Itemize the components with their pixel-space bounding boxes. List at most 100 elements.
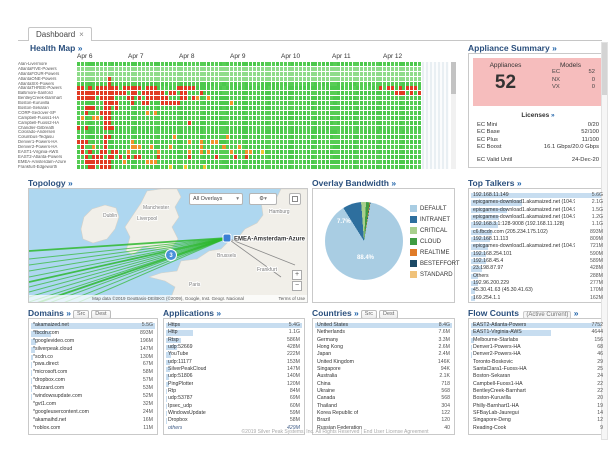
health-map-cell[interactable] — [330, 126, 333, 130]
health-map-cell[interactable] — [295, 140, 298, 144]
health-map-cell[interactable] — [188, 116, 191, 120]
health-map-cell[interactable] — [349, 145, 352, 149]
health-map-cell[interactable] — [203, 145, 206, 149]
health-map-cell[interactable] — [379, 86, 382, 90]
health-map-cell[interactable] — [383, 106, 386, 110]
health-map-cell[interactable] — [372, 145, 375, 149]
health-map-cell[interactable] — [295, 106, 298, 110]
health-map-cell[interactable] — [276, 135, 279, 139]
health-map-cell[interactable] — [299, 126, 302, 130]
health-map-cell[interactable] — [96, 155, 99, 159]
health-map-cell[interactable] — [265, 140, 268, 144]
domain-row[interactable]: *gvt1.com 32M — [31, 401, 155, 409]
health-map-cell[interactable] — [353, 72, 356, 76]
health-map-cell[interactable] — [326, 96, 329, 100]
health-map-cell[interactable] — [349, 62, 352, 66]
health-map-cell[interactable] — [146, 72, 149, 76]
health-map-cell[interactable] — [192, 165, 195, 169]
health-map-cell[interactable] — [100, 116, 103, 120]
health-map-cell[interactable] — [288, 140, 291, 144]
health-map-cell[interactable] — [245, 160, 248, 164]
health-map-cell[interactable] — [242, 111, 245, 115]
health-map-cell[interactable] — [249, 67, 252, 71]
health-map-cell[interactable] — [379, 121, 382, 125]
health-map-cell[interactable] — [169, 121, 172, 125]
health-map-cell[interactable] — [265, 77, 268, 81]
health-map-cell[interactable] — [337, 111, 340, 115]
health-map-cell[interactable] — [356, 145, 359, 149]
health-map-cell[interactable] — [215, 165, 218, 169]
health-map-cell[interactable] — [288, 101, 291, 105]
health-map-cell[interactable] — [307, 67, 310, 71]
health-map-cell[interactable] — [299, 82, 302, 86]
health-map-cell[interactable] — [303, 145, 306, 149]
health-map-cell[interactable] — [134, 135, 137, 139]
health-map-cell[interactable] — [111, 62, 114, 66]
health-map-cell[interactable] — [265, 91, 268, 95]
health-map-cell[interactable] — [257, 82, 260, 86]
health-map-cell[interactable] — [115, 86, 118, 90]
health-map-cell[interactable] — [203, 160, 206, 164]
health-map-cell[interactable] — [234, 150, 237, 154]
health-map-cell[interactable] — [391, 101, 394, 105]
health-map-cell[interactable] — [406, 62, 409, 66]
health-map-cell[interactable] — [234, 67, 237, 71]
health-map-cell[interactable] — [215, 62, 218, 66]
health-map-cell[interactable] — [418, 96, 421, 100]
health-map-cell[interactable] — [353, 130, 356, 134]
health-map-cell[interactable] — [387, 126, 390, 130]
health-map-cell[interactable] — [184, 126, 187, 130]
flow-count-row[interactable]: Campbell-Fuoss1-HA 22 — [471, 381, 605, 388]
health-map-cell[interactable] — [242, 82, 245, 86]
health-map-cell[interactable] — [111, 72, 114, 76]
health-map-cell[interactable] — [104, 126, 107, 130]
health-map-cell[interactable] — [177, 91, 180, 95]
health-map-cell[interactable] — [180, 82, 183, 86]
health-map-cell[interactable] — [165, 126, 168, 130]
health-map-cell[interactable] — [418, 155, 421, 159]
health-map-cell[interactable] — [111, 116, 114, 120]
health-map-cell[interactable] — [349, 126, 352, 130]
health-map-cell[interactable] — [177, 116, 180, 120]
health-map-cell[interactable] — [288, 165, 291, 169]
health-map-cell[interactable] — [180, 150, 183, 154]
health-map-cell[interactable] — [245, 155, 248, 159]
health-map-cell[interactable] — [108, 155, 111, 159]
health-map-cell[interactable] — [368, 106, 371, 110]
health-map-cell[interactable] — [111, 126, 114, 130]
health-map-cell[interactable] — [356, 101, 359, 105]
health-map-cell[interactable] — [272, 155, 275, 159]
health-map-cell[interactable] — [173, 145, 176, 149]
health-map-cell[interactable] — [100, 67, 103, 71]
health-map-cell[interactable] — [177, 121, 180, 125]
health-map-cell[interactable] — [119, 72, 122, 76]
health-map-cell[interactable] — [410, 62, 413, 66]
health-map-cell[interactable] — [146, 155, 149, 159]
health-map-cell[interactable] — [192, 130, 195, 134]
health-map-cell[interactable] — [353, 67, 356, 71]
health-map-cell[interactable] — [184, 62, 187, 66]
health-map-cell[interactable] — [295, 72, 298, 76]
health-map-cell[interactable] — [85, 101, 88, 105]
health-map-cell[interactable] — [154, 86, 157, 90]
health-map-cell[interactable] — [150, 82, 153, 86]
legend-row[interactable]: STANDARD — [410, 269, 460, 280]
health-map-cell[interactable] — [261, 86, 264, 90]
health-map-cell[interactable] — [146, 165, 149, 169]
health-map-cell[interactable] — [234, 111, 237, 115]
health-map-cell[interactable] — [383, 160, 386, 164]
health-map-cell[interactable] — [307, 155, 310, 159]
health-map-cell[interactable] — [115, 111, 118, 115]
health-map-cell[interactable] — [399, 86, 402, 90]
health-map-cell[interactable] — [81, 145, 84, 149]
health-map-cell[interactable] — [127, 101, 130, 105]
health-map-cell[interactable] — [410, 140, 413, 144]
health-map-cell[interactable] — [203, 165, 206, 169]
health-map-cell[interactable] — [119, 135, 122, 139]
health-map-cell[interactable] — [376, 67, 379, 71]
health-map-cell[interactable] — [383, 86, 386, 90]
health-map-cell[interactable] — [88, 150, 91, 154]
health-map-cell[interactable] — [291, 86, 294, 90]
health-map-cell[interactable] — [222, 67, 225, 71]
health-map-cell[interactable] — [180, 126, 183, 130]
